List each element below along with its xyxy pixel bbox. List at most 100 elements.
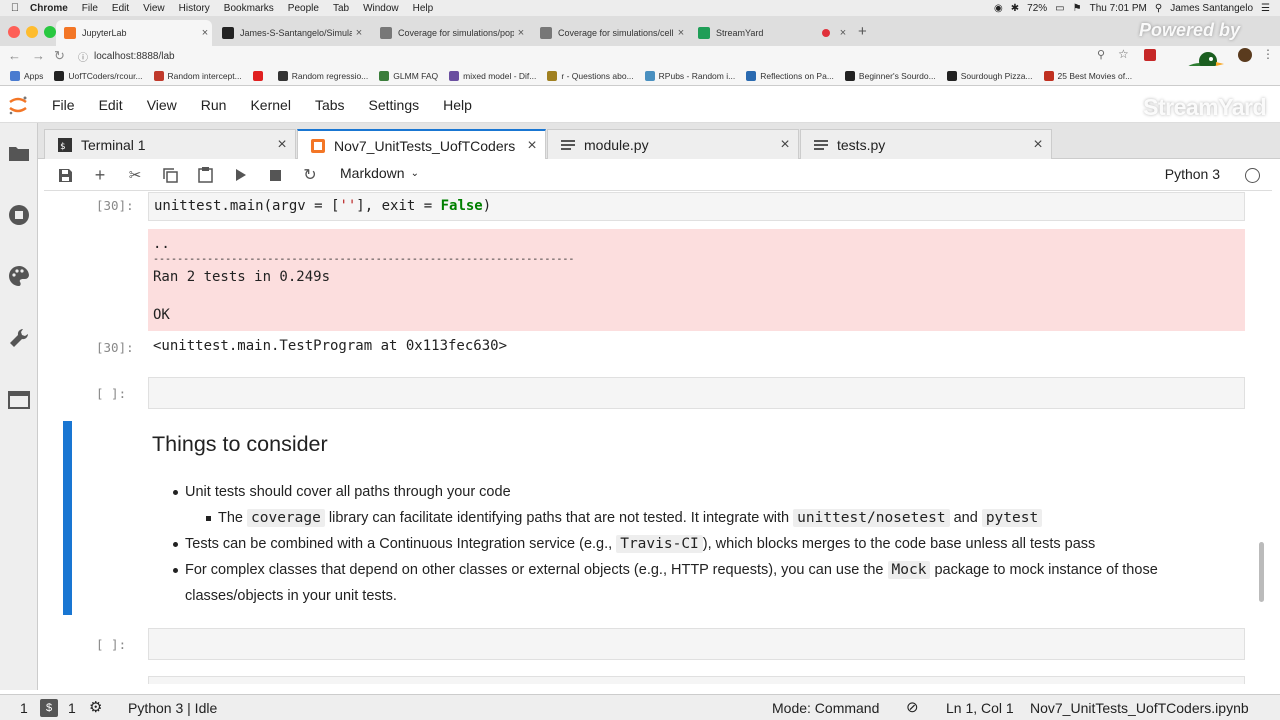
kernel-state[interactable]: Python 3 | Idle: [128, 700, 217, 716]
cursor-position[interactable]: Ln 1, Col 1: [946, 700, 1014, 716]
menu-kernel[interactable]: Kernel: [250, 97, 290, 113]
close-tab-icon[interactable]: ×: [836, 27, 850, 39]
bookmark-item[interactable]: r - Questions abo...: [547, 70, 634, 81]
doc-tab-terminal[interactable]: $ Terminal 1 ×: [44, 129, 296, 159]
bookmark-item[interactable]: mixed model - Dif...: [449, 70, 536, 81]
close-tab-icon[interactable]: ×: [352, 27, 366, 39]
apple-icon[interactable]: : [0, 2, 30, 14]
folder-icon[interactable]: [7, 141, 31, 165]
paste-icon[interactable]: [196, 166, 214, 184]
close-tab-icon[interactable]: ×: [514, 27, 528, 39]
reload-icon[interactable]: ↻: [54, 48, 65, 64]
doc-tab-module-py[interactable]: module.py ×: [547, 129, 799, 159]
palette-icon[interactable]: [7, 264, 31, 288]
browser-tab-coverage-cell[interactable]: Coverage for simulations/cell. ×: [532, 20, 688, 46]
os-menu-people[interactable]: People: [288, 3, 319, 14]
bookmark-star-icon[interactable]: ☆: [1118, 47, 1129, 61]
kernel-gear-icon[interactable]: ⚙: [89, 698, 102, 716]
bookmark-item[interactable]: UofTCoders/rcour...: [54, 70, 143, 81]
menu-help[interactable]: Help: [443, 97, 472, 113]
menu-file[interactable]: File: [52, 97, 75, 113]
bookmark-item[interactable]: Sourdough Pizza...: [946, 70, 1033, 81]
close-tab-icon[interactable]: ×: [269, 136, 295, 154]
close-window-icon[interactable]: [8, 26, 20, 38]
notebook-scrollbar[interactable]: [1259, 542, 1264, 602]
code-cell-input[interactable]: unittest.main(argv = [''], exit = False): [148, 192, 1245, 221]
running-sessions-icon[interactable]: [7, 203, 31, 227]
browser-tab-coverage-popu[interactable]: Coverage for simulations/popu ×: [372, 20, 528, 46]
doc-tab-notebook[interactable]: Nov7_UnitTests_UofTCoders ×: [297, 129, 546, 160]
menu-tabs[interactable]: Tabs: [315, 97, 345, 113]
bookmark-item[interactable]: GLMM FAQ: [379, 70, 438, 81]
wifi-icon[interactable]: ◉: [994, 3, 1003, 14]
browser-menu-icon[interactable]: ⋮: [1262, 47, 1274, 61]
empty-code-cell[interactable]: [148, 676, 1245, 684]
restart-icon[interactable]: ↻: [301, 166, 319, 184]
close-tab-icon[interactable]: ×: [674, 27, 688, 39]
empty-code-cell[interactable]: [148, 628, 1245, 660]
wrench-icon[interactable]: [7, 326, 31, 350]
os-menu-edit[interactable]: Edit: [112, 3, 129, 14]
cell-type-dropdown[interactable]: Markdown ⌄: [340, 165, 419, 181]
back-icon[interactable]: ←: [8, 48, 21, 63]
markdown-cell[interactable]: Things to consider Unit tests should cov…: [152, 432, 1252, 609]
browser-tab-github[interactable]: James-S-Santangelo/Simulati ×: [214, 20, 366, 46]
bookmark-item[interactable]: 25 Best Movies of...: [1043, 70, 1132, 81]
new-tab-button[interactable]: +: [858, 23, 867, 40]
flag-icon[interactable]: ⚑: [1073, 3, 1082, 14]
menu-view[interactable]: View: [147, 97, 177, 113]
bookmark-item[interactable]: Beginner's Sourdo...: [844, 70, 936, 81]
os-menu-app[interactable]: Chrome: [30, 3, 68, 14]
clock[interactable]: Thu 7:01 PM: [1090, 3, 1147, 14]
empty-code-cell[interactable]: [148, 377, 1245, 409]
bluetooth-icon[interactable]: ✱: [1011, 3, 1019, 14]
forward-icon[interactable]: →: [32, 48, 45, 63]
bookmark-apps[interactable]: Apps: [10, 70, 43, 81]
extension-icon[interactable]: [1144, 49, 1156, 61]
browser-tab-jupyterlab[interactable]: JupyterLab ×: [56, 20, 212, 46]
kernel-name[interactable]: Python 3: [1165, 166, 1220, 182]
add-cell-icon[interactable]: +: [91, 165, 109, 185]
menu-run[interactable]: Run: [201, 97, 227, 113]
no-trust-icon[interactable]: ⊘: [906, 698, 919, 716]
notebook-panel[interactable]: [30]: unittest.main(argv = [''], exit = …: [44, 192, 1272, 684]
zoom-icon[interactable]: ⚲: [1097, 48, 1105, 61]
browser-tab-streamyard[interactable]: StreamYard ×: [690, 20, 850, 46]
menu-settings[interactable]: Settings: [369, 97, 420, 113]
terminal-status-icon[interactable]: $: [40, 699, 58, 717]
menu-edit[interactable]: Edit: [99, 97, 123, 113]
close-tab-icon[interactable]: ×: [1025, 136, 1051, 154]
os-menu-history[interactable]: History: [179, 3, 210, 14]
battery-icon[interactable]: ▭: [1055, 3, 1064, 14]
cut-icon[interactable]: ✂: [126, 166, 144, 184]
os-menu-help[interactable]: Help: [413, 3, 434, 14]
doc-tab-tests-py[interactable]: tests.py ×: [800, 129, 1052, 159]
close-tab-icon[interactable]: ×: [198, 27, 212, 39]
stop-icon[interactable]: [266, 166, 284, 184]
kernel-count[interactable]: 1: [68, 700, 76, 716]
profile-avatar[interactable]: [1238, 48, 1252, 62]
battery-percent[interactable]: 72%: [1027, 3, 1047, 14]
os-menu-view[interactable]: View: [143, 3, 165, 14]
url-field[interactable]: ⓘ localhost:8888/lab: [78, 47, 1088, 65]
info-icon[interactable]: ⓘ: [78, 49, 88, 64]
save-icon[interactable]: [56, 166, 74, 184]
close-tab-icon[interactable]: ×: [519, 137, 545, 155]
os-menu-tab[interactable]: Tab: [333, 3, 349, 14]
maximize-window-icon[interactable]: [44, 26, 56, 38]
os-user-name[interactable]: James Santangelo: [1170, 3, 1253, 14]
os-menu-file[interactable]: File: [82, 3, 98, 14]
minimize-window-icon[interactable]: [26, 26, 38, 38]
bookmark-item[interactable]: Random intercept...: [153, 70, 242, 81]
tabs-panel-icon[interactable]: [7, 388, 31, 412]
bookmark-item[interactable]: Random regressio...: [277, 70, 368, 81]
spotlight-icon[interactable]: ⚲: [1155, 3, 1162, 14]
terminal-count[interactable]: 1: [20, 700, 28, 716]
bookmark-item[interactable]: RPubs - Random i...: [644, 70, 735, 81]
close-tab-icon[interactable]: ×: [772, 136, 798, 154]
os-menu-window[interactable]: Window: [363, 3, 399, 14]
bookmark-item[interactable]: [252, 70, 267, 81]
copy-icon[interactable]: [161, 166, 179, 184]
menu-icon[interactable]: ☰: [1261, 3, 1270, 14]
run-icon[interactable]: [232, 166, 250, 184]
